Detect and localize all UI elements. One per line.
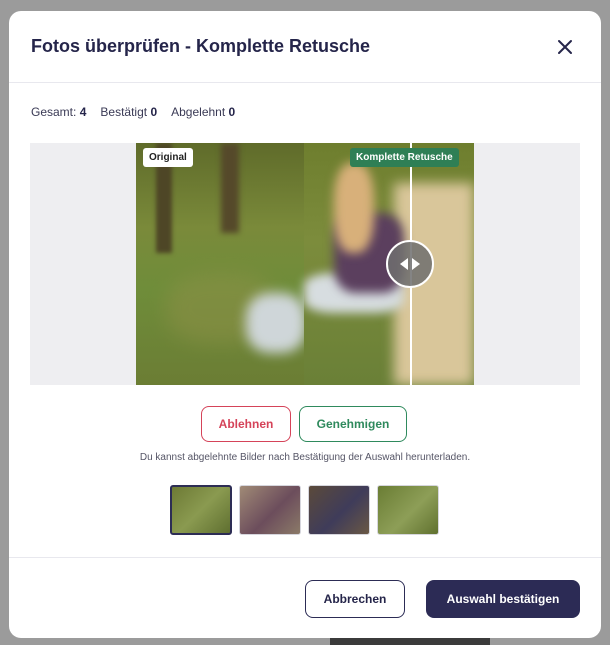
- modal-footer: Abbrechen Auswahl bestätigen: [9, 557, 601, 638]
- stat-total: Gesamt: 4: [31, 105, 87, 119]
- modal-header: Fotos überprüfen - Komplette Retusche: [9, 11, 601, 83]
- arrows-left-right-icon: [400, 258, 420, 270]
- reject-button[interactable]: Ablehnen: [201, 406, 291, 442]
- approve-button[interactable]: Genehmigen: [299, 406, 407, 442]
- thumbnail-3[interactable]: [308, 485, 370, 535]
- thumbnail-4[interactable]: [377, 485, 439, 535]
- before-after-viewer: Original Komplette Retusche: [30, 143, 580, 385]
- thumbnail-1[interactable]: [170, 485, 232, 535]
- comparison-photo: [136, 143, 474, 385]
- modal-title: Fotos überprüfen - Komplette Retusche: [31, 36, 371, 56]
- cancel-button[interactable]: Abbrechen: [305, 580, 405, 618]
- stat-rejected: Abgelehnt 0: [171, 105, 236, 119]
- thumbnail-strip: [170, 485, 439, 535]
- original-photo: [136, 143, 306, 385]
- review-photos-modal: Fotos überprüfen - Komplette Retusche Ge…: [9, 11, 601, 638]
- background-image-strip: [330, 637, 490, 645]
- stat-confirmed: Bestätigt 0: [100, 105, 158, 119]
- close-button[interactable]: [555, 37, 575, 57]
- review-actions: Ablehnen Genehmigen: [201, 406, 407, 442]
- original-badge: Original: [143, 148, 193, 167]
- confirm-selection-button[interactable]: Auswahl bestätigen: [426, 580, 580, 618]
- retouched-badge: Komplette Retusche: [350, 148, 459, 167]
- close-icon: [558, 40, 572, 54]
- download-hint: Du kannst abgelehnte Bilder nach Bestäti…: [139, 452, 471, 463]
- comparison-slider-handle[interactable]: [386, 240, 434, 288]
- thumbnail-2[interactable]: [239, 485, 301, 535]
- review-stats: Gesamt: 4 Bestätigt 0 Abgelehnt 0: [31, 105, 235, 119]
